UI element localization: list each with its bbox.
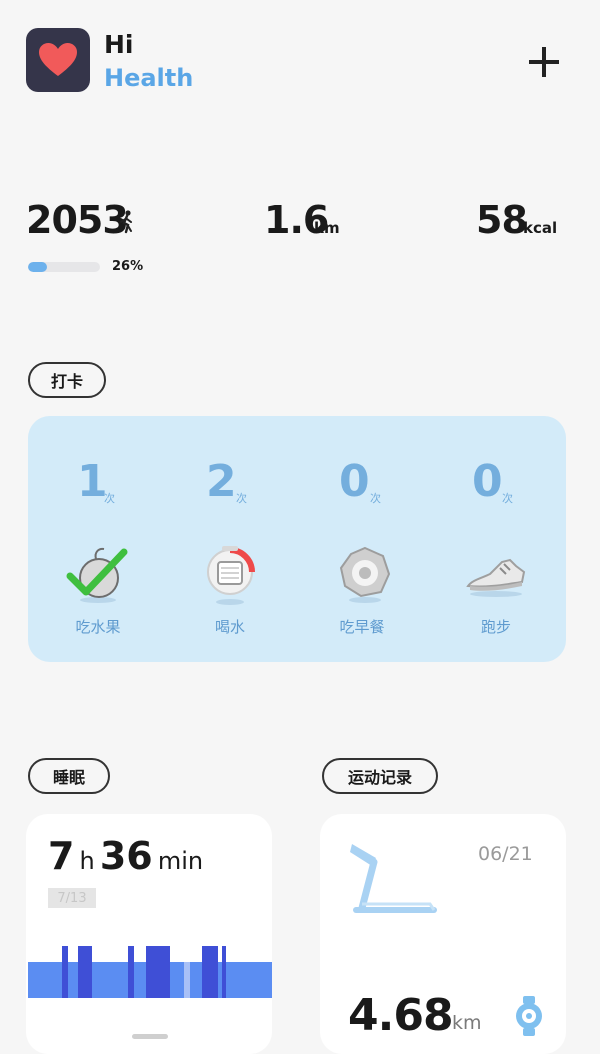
sleep-deep-bar (202, 946, 218, 998)
checkin-section-title[interactable]: 打卡 (28, 362, 106, 398)
checkin-count-breakfast: 0 (339, 456, 370, 507)
heart-icon (39, 43, 77, 76)
plus-icon (529, 47, 559, 77)
steps-value: 2053 (26, 198, 129, 242)
sleep-deep-bar (222, 946, 226, 998)
checkin-count-running: 0 (472, 456, 503, 507)
checkin-unit-running: 次 (502, 492, 513, 505)
sleep-hours-unit: h (79, 847, 95, 875)
sleep-deep-bar (146, 946, 170, 998)
sleep-deep-bar (78, 946, 92, 998)
sleep-stage-chart (28, 946, 272, 998)
greeting-title: Hi (104, 30, 134, 59)
goal-progress-text: 26% (112, 259, 144, 274)
checkin-unit-fruit: 次 (104, 492, 115, 505)
watch-icon (514, 996, 544, 1040)
checkin-label-breakfast: 吃早餐 (339, 618, 385, 636)
sleep-awake-bar (184, 962, 190, 998)
exercise-section-title[interactable]: 运动记录 (322, 758, 438, 794)
calories-value: 58 (476, 198, 528, 242)
fruit-check-icon[interactable] (66, 542, 130, 606)
exercise-distance: 4.68 (348, 990, 454, 1041)
scroll-handle[interactable] (132, 1034, 168, 1039)
sleep-deep-bar (128, 946, 134, 998)
checkin-label-fruit: 吃水果 (75, 618, 121, 636)
water-cup-icon[interactable] (202, 542, 266, 606)
sleep-duration: 7 h 36 min (48, 834, 203, 878)
goal-progress-fill (28, 262, 47, 272)
sleep-section-title[interactable]: 睡眠 (28, 758, 110, 794)
sleep-date-badge: 7/13 (48, 888, 96, 908)
app-icon (26, 28, 90, 92)
sleep-minutes: 36 (99, 834, 153, 878)
sneaker-icon[interactable] (464, 542, 528, 606)
sleep-minutes-unit: min (157, 847, 204, 875)
sleep-deep-bar (62, 946, 68, 998)
greeting-subtitle: Health (104, 64, 194, 92)
checkin-unit-water: 次 (236, 492, 247, 505)
calories-unit: kcal (523, 219, 558, 237)
fried-egg-icon[interactable] (333, 542, 397, 606)
walking-icon (117, 210, 137, 238)
add-button[interactable] (522, 40, 566, 84)
checkin-label-running: 跑步 (480, 618, 511, 636)
checkin-label-water: 喝水 (214, 618, 245, 636)
exercise-date: 06/21 (478, 843, 533, 865)
goal-progress-bar (28, 262, 100, 272)
checkin-count-water: 2 (206, 456, 237, 507)
checkin-unit-breakfast: 次 (370, 492, 381, 505)
treadmill-icon (346, 838, 438, 922)
sleep-hours: 7 (48, 834, 75, 878)
exercise-distance-unit: km (452, 1012, 482, 1034)
distance-unit: km (314, 219, 340, 237)
